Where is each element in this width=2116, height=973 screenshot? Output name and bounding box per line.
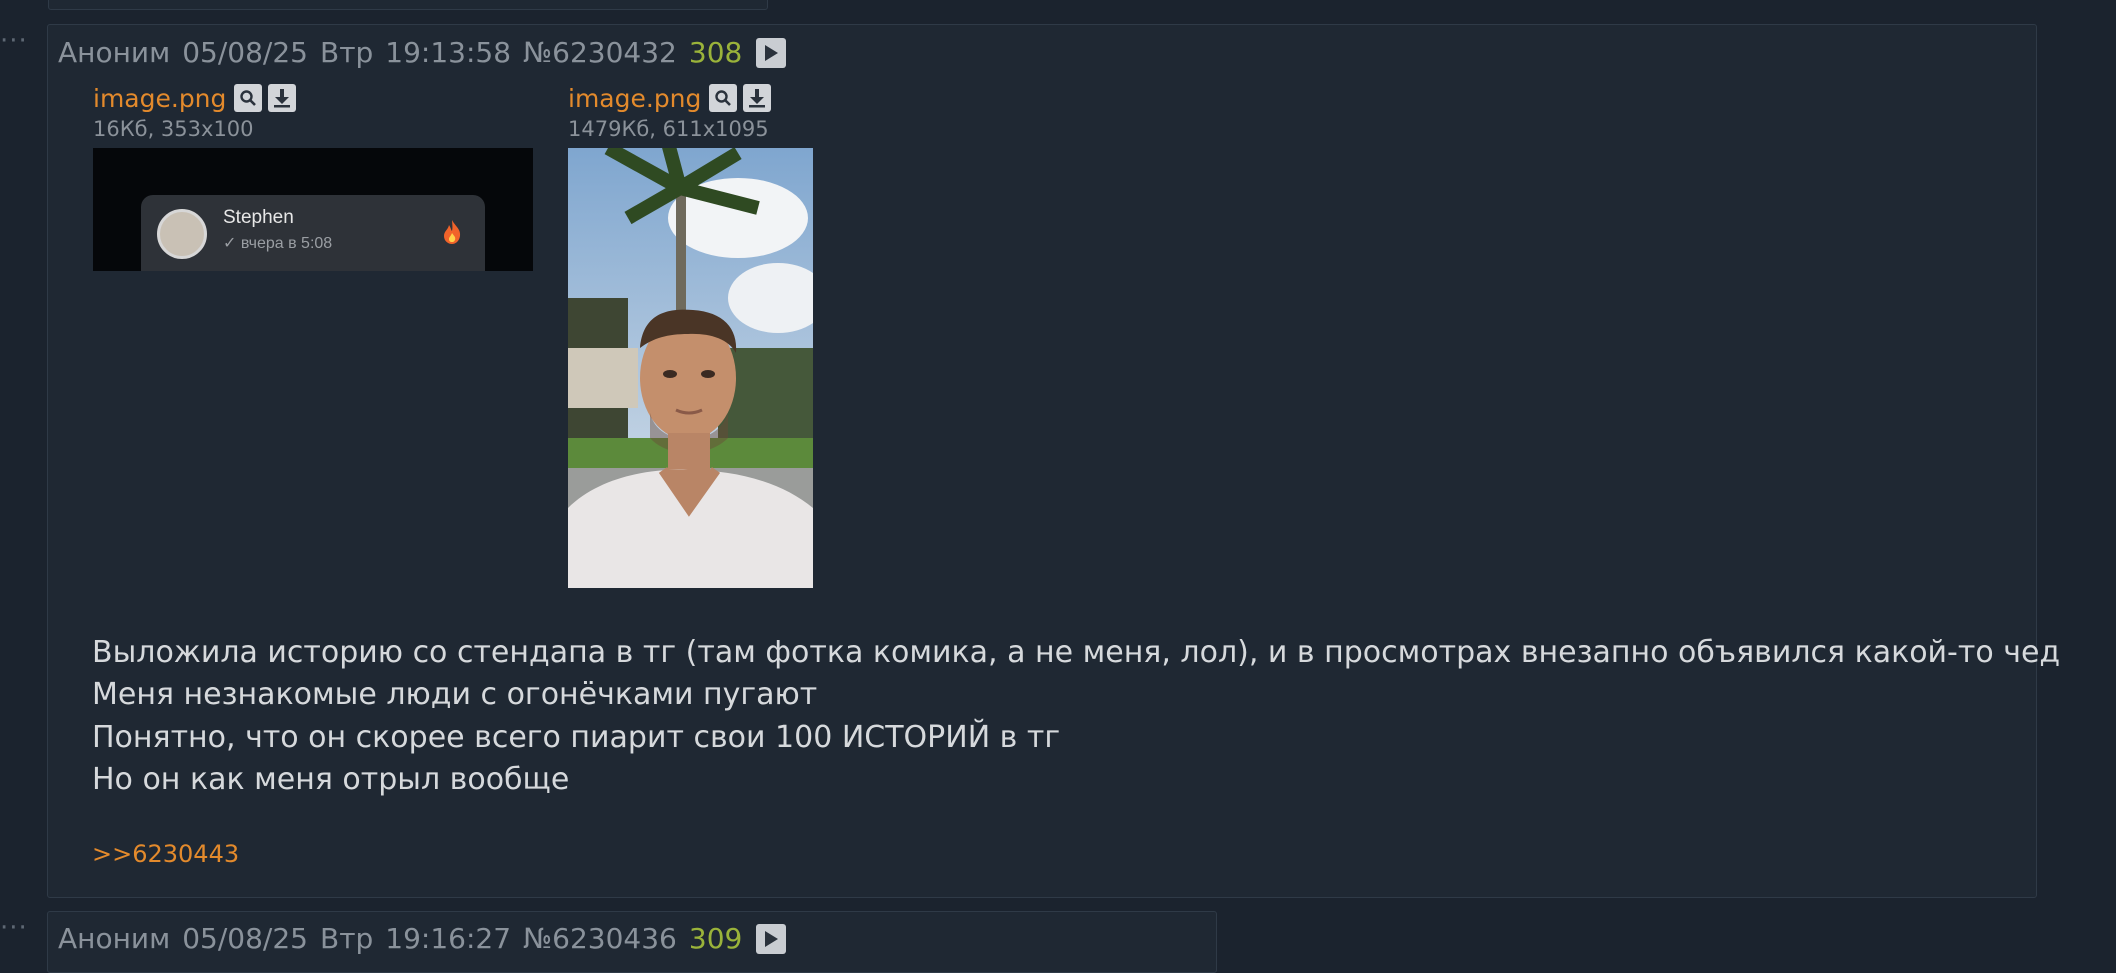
file-name-link[interactable]: image.png	[93, 84, 226, 113]
thumbnail-image-2[interactable]	[568, 148, 813, 588]
post-time: 19:16:27	[385, 922, 512, 955]
thumb-caption-time: ✓ вчера в 5:08	[223, 235, 333, 252]
fire-icon	[441, 219, 463, 249]
thumb-caption-name: Stephen	[223, 207, 294, 228]
reply-link[interactable]: >>6230443	[92, 840, 239, 868]
file-meta: 16Кб, 353x100	[93, 117, 254, 141]
post-time: 19:13:58	[385, 36, 512, 69]
file-name-link[interactable]: image.png	[568, 84, 701, 113]
thumbnail-image-1[interactable]: Stephen ✓ вчера в 5:08	[93, 148, 533, 271]
selfie-photo	[568, 148, 813, 588]
play-icon[interactable]	[756, 37, 787, 68]
post-author: Аноним	[58, 922, 171, 955]
thumb-notification-card: Stephen ✓ вчера в 5:08	[141, 195, 485, 271]
search-icon[interactable]	[234, 84, 263, 112]
post-menu-icon[interactable]: ···	[0, 28, 28, 54]
post-reply-count: 308	[688, 36, 743, 69]
post-weekday: Втр	[319, 36, 374, 69]
post-weekday: Втр	[319, 922, 374, 955]
previous-post-stub	[48, 0, 768, 10]
post-number[interactable]: №6230436	[523, 922, 677, 955]
download-icon[interactable]	[268, 84, 297, 112]
message-line-2: Меня незнакомые люди с огонёчками пугают	[92, 677, 818, 712]
post-number[interactable]: №6230432	[523, 36, 677, 69]
download-icon[interactable]	[743, 84, 772, 112]
thumb-avatar	[157, 209, 207, 259]
post-author: Аноним	[58, 36, 171, 69]
post-header: Аноним 05/08/25 Втр 19:13:58 №6230432 30…	[58, 36, 787, 69]
play-icon[interactable]	[756, 923, 787, 954]
message-line-1: Выложила историю со стендапа в тг (там ф…	[92, 635, 2061, 670]
file-attachment-1: image.png 16Кб, 353x100	[93, 81, 302, 141]
message-line-3: Понятно, что он скорее всего пиарит свои…	[92, 720, 1061, 755]
post-reply-count: 309	[688, 922, 743, 955]
search-icon[interactable]	[709, 84, 738, 112]
post-menu-icon[interactable]: ···	[0, 915, 28, 941]
post-date: 05/08/25	[182, 36, 308, 69]
post-date: 05/08/25	[182, 922, 308, 955]
post-header-next: Аноним 05/08/25 Втр 19:16:27 №6230436 30…	[58, 922, 787, 955]
file-attachment-2: image.png 1479Кб, 611x1095	[568, 81, 777, 141]
message-line-4: Но он как меня отрыл вообще	[92, 762, 570, 797]
file-meta: 1479Кб, 611x1095	[568, 117, 769, 141]
